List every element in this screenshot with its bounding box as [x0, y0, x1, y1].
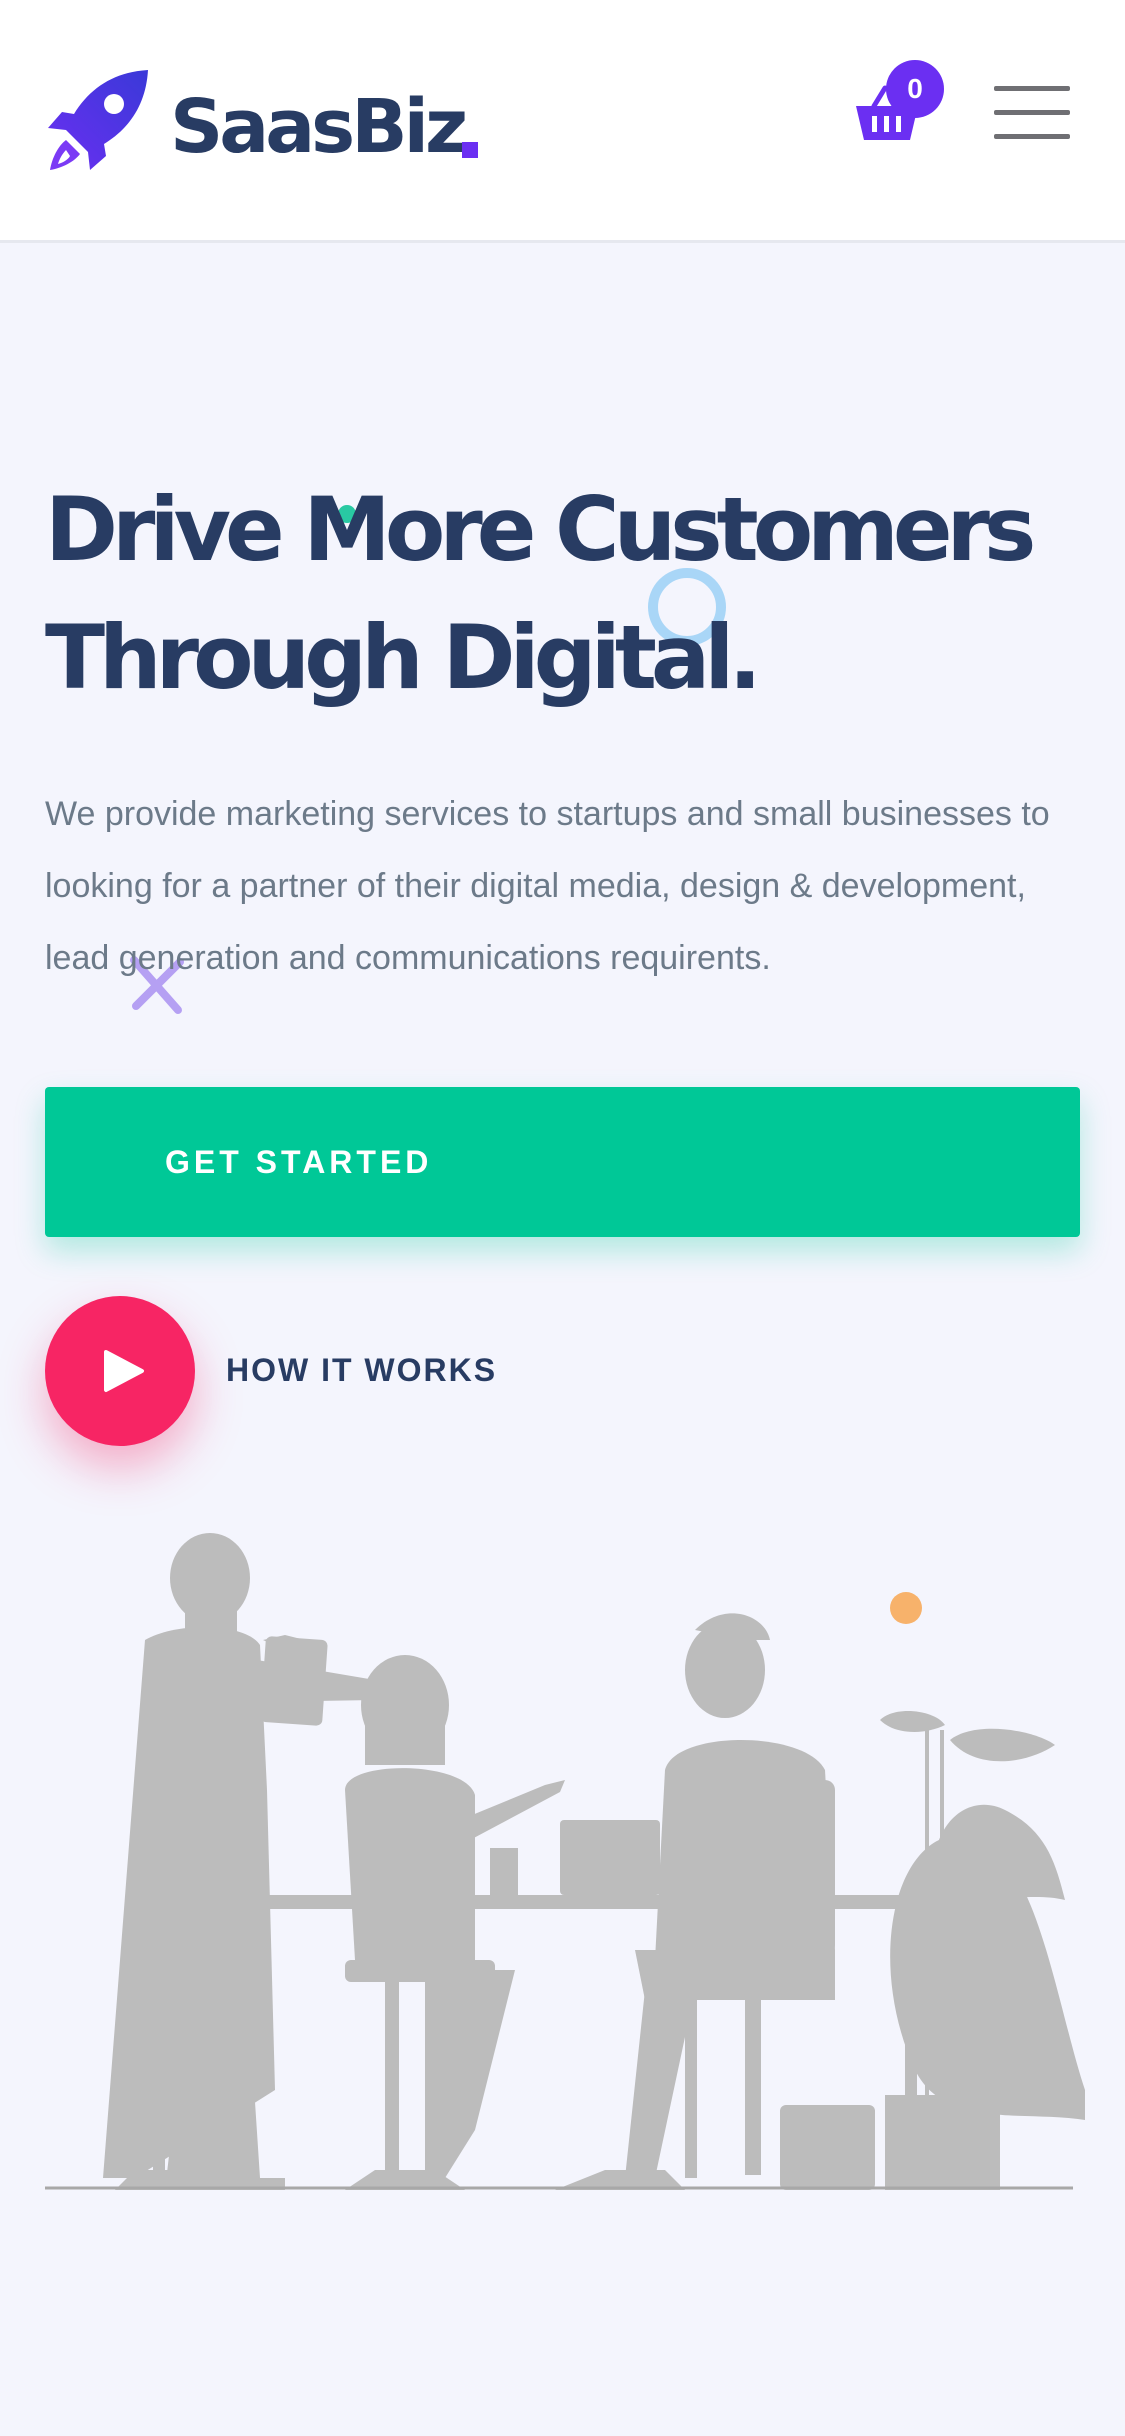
logo[interactable]: SaasBiz — [44, 66, 484, 176]
team-working-illustration — [45, 1533, 1085, 2190]
hamburger-menu-icon[interactable] — [994, 84, 1074, 144]
get-started-button[interactable]: GET STARTED — [45, 1087, 1080, 1237]
how-it-works-link[interactable]: HOW IT WORKS — [226, 1352, 497, 1389]
get-started-label: GET STARTED — [165, 1144, 433, 1180]
logo-dot — [462, 142, 478, 158]
cart-count-badge: 0 — [886, 60, 944, 118]
logo-text: SaasBiz — [170, 84, 468, 170]
site-header: SaasBiz 0 — [0, 0, 1125, 243]
hero-title-line-2: Through Digital. — [45, 606, 762, 709]
hero-title-line-1: Drive More Customers — [45, 478, 1036, 581]
rocket-icon — [48, 70, 148, 170]
play-video-button[interactable] — [45, 1296, 195, 1446]
play-icon — [104, 1350, 144, 1392]
hero-title: Drive More Customers Through Digital. — [45, 466, 1085, 722]
hero-description: We provide marketing services to startup… — [45, 795, 1050, 977]
